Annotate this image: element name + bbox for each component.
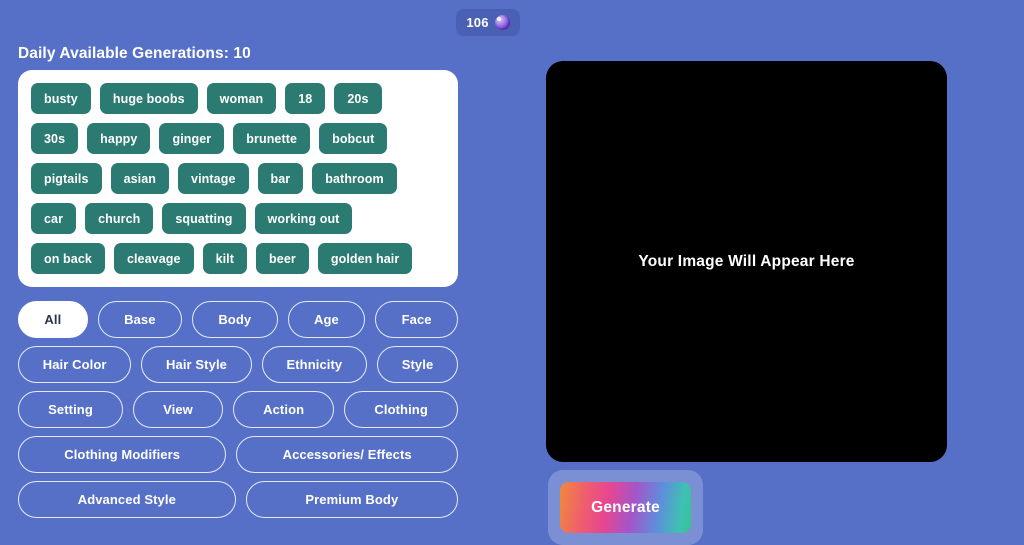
tag-chip[interactable]: car bbox=[31, 203, 77, 234]
tag-chip[interactable]: golden hair bbox=[317, 243, 413, 274]
tag-chip[interactable]: on back bbox=[31, 243, 105, 274]
tag-chip[interactable]: bar bbox=[257, 163, 304, 194]
tag-row: car church squatting working out bbox=[31, 203, 446, 234]
category-pill-all[interactable]: All bbox=[18, 301, 88, 338]
category-pill-action[interactable]: Action bbox=[233, 391, 335, 428]
tag-chip[interactable]: 18 bbox=[285, 83, 326, 114]
category-row: Setting View Action Clothing bbox=[18, 391, 458, 428]
generate-button-container: Generate bbox=[548, 470, 703, 545]
left-panel: Daily Available Generations: 10 busty hug… bbox=[0, 44, 470, 518]
category-pill-face[interactable]: Face bbox=[375, 301, 459, 338]
category-pill-style[interactable]: Style bbox=[376, 346, 459, 383]
tag-chip[interactable]: bobcut bbox=[319, 123, 388, 154]
tag-chip-list: busty huge boobs woman 18 20s 30s happy ginger b… bbox=[31, 83, 446, 274]
category-pill-view[interactable]: View bbox=[132, 391, 223, 428]
category-filter-list: All Base Body Age Face Hair Color Hair Style Et… bbox=[18, 301, 459, 518]
tag-chip[interactable]: vintage bbox=[178, 163, 249, 194]
category-pill-hair-style[interactable]: Hair Style bbox=[141, 346, 252, 383]
tag-chip[interactable]: 30s bbox=[31, 123, 79, 154]
category-pill-setting[interactable]: Setting bbox=[18, 391, 123, 428]
image-preview-panel: Your Image Will Appear Here bbox=[546, 61, 947, 462]
tag-row: 30s happy ginger brunette bobcut bbox=[31, 123, 446, 154]
credit-badge[interactable]: 106 bbox=[456, 9, 520, 36]
tag-chip[interactable]: 20s bbox=[334, 83, 382, 114]
category-pill-advanced-style[interactable]: Advanced Style bbox=[18, 481, 236, 518]
generate-button[interactable]: Generate bbox=[560, 482, 691, 533]
category-pill-body[interactable]: Body bbox=[191, 301, 278, 338]
tag-chip[interactable]: bathroom bbox=[312, 163, 397, 194]
tag-row: busty huge boobs woman 18 20s bbox=[31, 83, 446, 114]
gem-icon bbox=[494, 15, 510, 30]
tag-chip[interactable]: kilt bbox=[202, 243, 248, 274]
category-pill-base[interactable]: Base bbox=[97, 301, 182, 338]
tag-row: on back cleavage kilt beer golden hair bbox=[31, 243, 446, 274]
tag-chip[interactable]: church bbox=[85, 203, 154, 234]
category-pill-ethnicity[interactable]: Ethnicity bbox=[261, 346, 367, 383]
selected-tags-card: busty huge boobs woman 18 20s 30s happy ginger b… bbox=[18, 70, 458, 287]
tag-chip[interactable]: huge boobs bbox=[99, 83, 198, 114]
tag-chip[interactable]: pigtails bbox=[31, 163, 102, 194]
category-row: Hair Color Hair Style Ethnicity Style bbox=[18, 346, 459, 383]
category-pill-age[interactable]: Age bbox=[287, 301, 366, 338]
tag-chip[interactable]: beer bbox=[256, 243, 309, 274]
category-pill-accessories-effects[interactable]: Accessories/ Effects bbox=[236, 436, 458, 473]
daily-generations-label: Daily Available Generations: 10 bbox=[18, 45, 251, 62]
tag-chip[interactable]: brunette bbox=[233, 123, 311, 154]
category-row: All Base Body Age Face bbox=[18, 301, 459, 338]
tag-chip[interactable]: happy bbox=[87, 123, 151, 154]
tag-chip[interactable]: squatting bbox=[162, 203, 246, 234]
category-pill-clothing-modifiers[interactable]: Clothing Modifiers bbox=[18, 436, 227, 473]
tag-chip[interactable]: busty bbox=[31, 83, 91, 114]
tag-row: pigtails asian vintage bar bathroom bbox=[31, 163, 446, 194]
tag-chip[interactable]: ginger bbox=[159, 123, 225, 154]
tag-chip[interactable]: cleavage bbox=[113, 243, 194, 274]
category-row: Advanced Style Premium Body bbox=[18, 481, 459, 518]
category-pill-clothing[interactable]: Clothing bbox=[344, 391, 458, 428]
credit-count: 106 bbox=[466, 15, 489, 30]
category-pill-premium-body[interactable]: Premium Body bbox=[245, 481, 459, 518]
tag-chip[interactable]: asian bbox=[110, 163, 170, 194]
category-row: Clothing Modifiers Accessories/ Effects bbox=[18, 436, 458, 473]
preview-placeholder-text: Your Image Will Appear Here bbox=[638, 252, 855, 270]
category-pill-hair-color[interactable]: Hair Color bbox=[18, 346, 132, 383]
tag-chip[interactable]: woman bbox=[206, 83, 277, 114]
tag-chip[interactable]: working out bbox=[254, 203, 353, 234]
